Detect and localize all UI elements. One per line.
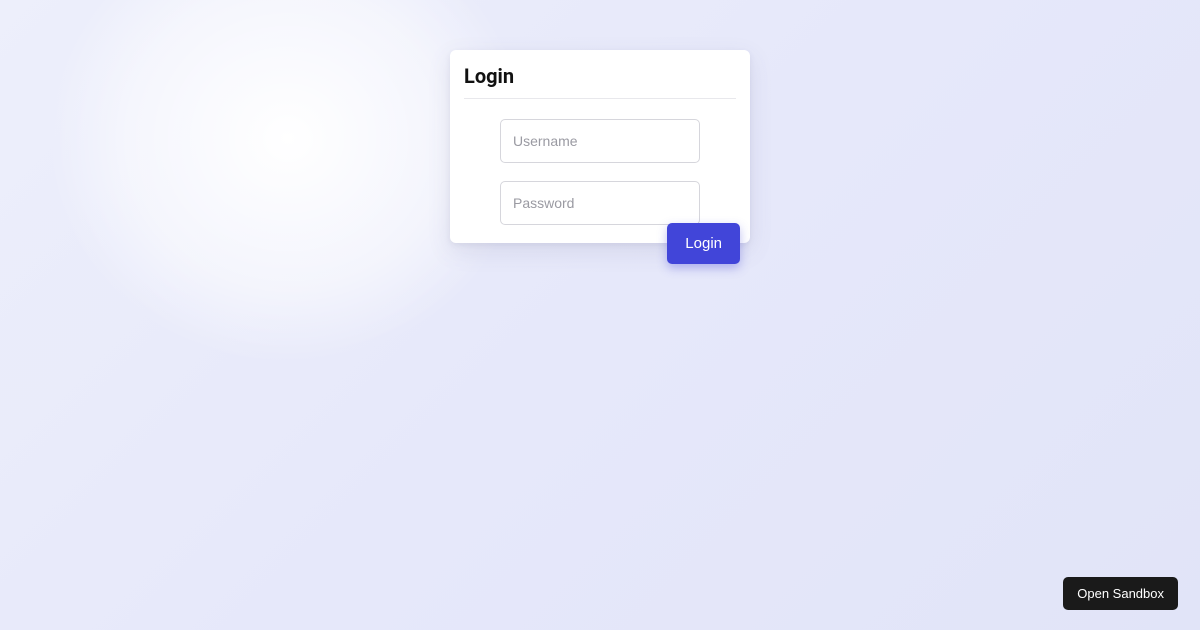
username-field[interactable] (500, 119, 700, 163)
login-form (450, 119, 750, 225)
card-title: Login (464, 64, 736, 88)
login-button[interactable]: Login (667, 223, 740, 264)
card-header: Login (450, 50, 750, 98)
header-divider (464, 98, 736, 99)
open-sandbox-button[interactable]: Open Sandbox (1063, 577, 1178, 610)
password-field[interactable] (500, 181, 700, 225)
login-card: Login Login (450, 50, 750, 243)
